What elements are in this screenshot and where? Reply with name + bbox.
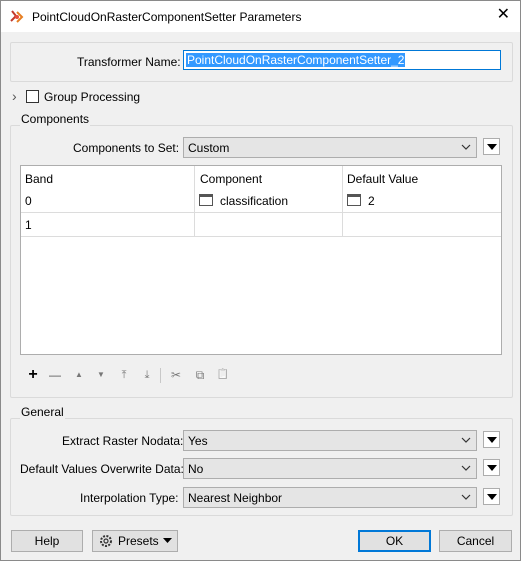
extract-raster-nodata-menu-button[interactable] — [483, 431, 500, 448]
transformer-name-value: PointCloudOnRasterComponentSetter_2 — [186, 53, 406, 67]
group-processing-checkbox[interactable] — [26, 90, 39, 103]
default-values-overwrite-menu-button[interactable] — [483, 459, 500, 476]
move-to-top-icon[interactable]: ⤒ — [116, 367, 132, 383]
move-down-icon[interactable]: ▼ — [93, 367, 109, 383]
add-row-icon[interactable]: + — [25, 367, 41, 383]
components-table: Band Component Default Value 0 classific… — [20, 165, 502, 355]
attribute-value-icon[interactable] — [199, 194, 213, 206]
default-values-overwrite-select[interactable]: No — [183, 458, 477, 479]
row-divider — [21, 236, 501, 237]
column-header-band[interactable]: Band — [25, 172, 53, 186]
components-to-set-label: Components to Set: — [73, 141, 180, 155]
copy-icon[interactable]: ⧉ — [192, 367, 208, 383]
parameters-dialog: PointCloudOnRasterComponentSetter Parame… — [0, 0, 521, 561]
column-divider — [194, 166, 195, 237]
cut-icon[interactable]: ✂ — [168, 367, 184, 383]
presets-label: Presets — [118, 534, 159, 548]
ok-button[interactable]: OK — [358, 530, 431, 552]
band-cell[interactable]: 0 — [25, 194, 32, 208]
interpolation-type-value: Nearest Neighbor — [188, 491, 283, 505]
column-header-component[interactable]: Component — [200, 172, 262, 186]
components-menu-button[interactable] — [483, 138, 500, 155]
chevron-down-icon — [461, 494, 471, 500]
attribute-value-icon[interactable] — [347, 194, 361, 206]
default-value-cell[interactable]: 2 — [368, 194, 375, 208]
close-icon[interactable]: ✕ — [497, 7, 510, 23]
column-divider — [342, 166, 343, 237]
chevron-down-icon — [461, 465, 471, 471]
title-bar: PointCloudOnRasterComponentSetter Parame… — [1, 1, 520, 32]
move-to-bottom-icon[interactable]: ⤓ — [139, 367, 155, 383]
toolbar-separator — [160, 368, 161, 383]
components-to-set-value: Custom — [188, 141, 230, 155]
transformer-name-label: Transformer Name: — [77, 55, 181, 69]
group-processing-label: Group Processing — [44, 90, 141, 104]
components-section-label: Components — [20, 112, 91, 126]
remove-row-icon[interactable]: — — [47, 367, 63, 383]
help-button[interactable]: Help — [11, 530, 83, 552]
components-to-set-select[interactable]: Custom — [183, 137, 477, 158]
component-cell[interactable]: classification — [220, 194, 288, 208]
row-divider — [21, 212, 501, 213]
fme-transformer-icon — [10, 10, 24, 23]
extract-raster-nodata-value: Yes — [188, 434, 208, 448]
default-values-overwrite-label: Default Values Overwrite Data: — [20, 462, 184, 476]
general-section-label: General — [20, 405, 65, 419]
interpolation-type-select[interactable]: Nearest Neighbor — [183, 487, 477, 508]
expand-chevron-icon[interactable]: › — [12, 88, 17, 104]
dialog-title: PointCloudOnRasterComponentSetter Parame… — [32, 10, 302, 24]
chevron-down-icon — [461, 437, 471, 443]
extract-raster-nodata-select[interactable]: Yes — [183, 430, 477, 451]
chevron-down-icon — [461, 144, 471, 150]
move-up-icon[interactable]: ▲ — [71, 367, 87, 383]
interpolation-type-label: Interpolation Type: — [80, 491, 179, 505]
extract-raster-nodata-label: Extract Raster Nodata: — [62, 434, 184, 448]
paste-icon[interactable]: 📋 — [215, 367, 231, 383]
interpolation-type-menu-button[interactable] — [483, 488, 500, 505]
default-values-overwrite-value: No — [188, 462, 204, 476]
presets-button[interactable]: Presets — [92, 530, 178, 552]
gear-icon — [100, 535, 112, 547]
column-header-default-value[interactable]: Default Value — [347, 172, 418, 186]
cancel-button[interactable]: Cancel — [439, 530, 512, 552]
dropdown-arrow-icon — [163, 538, 172, 543]
transformer-name-input[interactable]: PointCloudOnRasterComponentSetter_2 — [183, 50, 501, 70]
band-cell[interactable]: 1 — [25, 218, 32, 232]
